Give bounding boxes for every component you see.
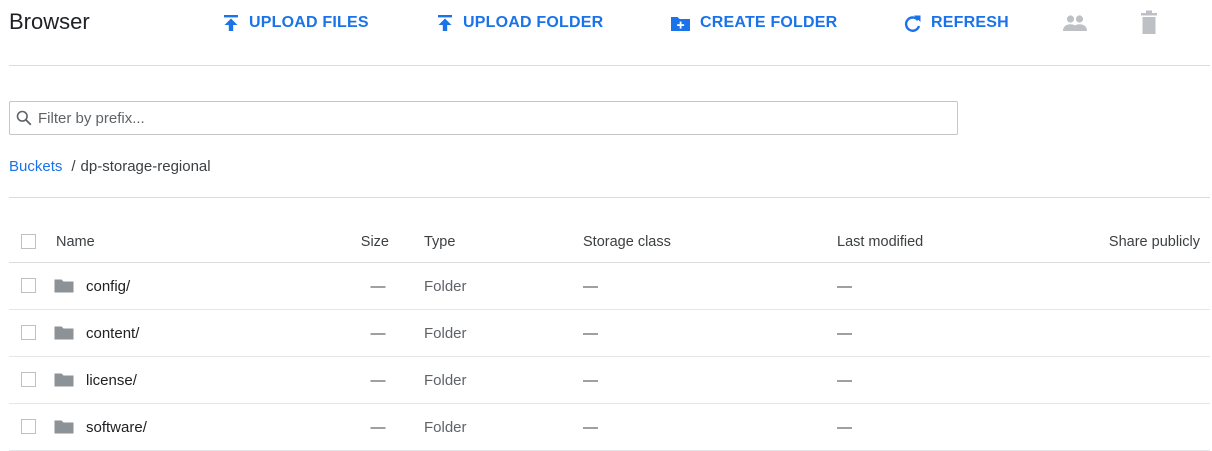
name-cell: software/: [54, 404, 147, 450]
folder-name-link[interactable]: license/: [86, 372, 137, 389]
table-row[interactable]: software/ — Folder — —: [9, 404, 1210, 451]
folder-name-link[interactable]: config/: [86, 278, 130, 295]
type-cell: Folder: [424, 371, 467, 389]
last-modified-cell: —: [837, 324, 852, 342]
breadcrumb-current: dp-storage-regional: [80, 158, 211, 175]
storage-class-cell: —: [583, 324, 598, 342]
filter-box[interactable]: [9, 101, 958, 135]
row-checkbox[interactable]: [21, 372, 36, 387]
size-cell: —: [370, 324, 386, 342]
refresh-icon: [904, 15, 921, 32]
name-cell: license/: [54, 357, 137, 403]
toolbar: Browser UPLOAD FILES UPLOAD FOLDER CREAT…: [0, 0, 1212, 46]
breadcrumb-divider: [9, 197, 1210, 198]
folder-name-link[interactable]: software/: [86, 419, 147, 436]
table-row[interactable]: config/ — Folder — —: [9, 263, 1210, 310]
folder-icon: [54, 279, 74, 293]
last-modified-cell: —: [837, 371, 852, 389]
row-checkbox[interactable]: [21, 419, 36, 434]
column-header-share-publicly: Share publicly: [1108, 234, 1200, 250]
people-icon[interactable]: [1061, 10, 1089, 36]
folder-icon: [54, 326, 74, 340]
storage-class-cell: —: [583, 371, 598, 389]
upload-files-button[interactable]: UPLOAD FILES: [222, 11, 369, 35]
upload-folder-button[interactable]: UPLOAD FOLDER: [436, 11, 603, 35]
table-row[interactable]: content/ — Folder — —: [9, 310, 1210, 357]
name-cell: config/: [54, 263, 130, 309]
filter-input[interactable]: [38, 109, 918, 127]
refresh-label: REFRESH: [931, 14, 1009, 31]
column-header-storage-class: Storage class: [583, 234, 671, 250]
breadcrumb-separator: /: [71, 158, 76, 175]
trash-icon[interactable]: [1140, 10, 1158, 36]
folder-icon: [54, 373, 74, 387]
select-all-checkbox[interactable]: [21, 234, 36, 249]
column-header-type: Type: [424, 234, 456, 250]
column-header-last-modified: Last modified: [837, 234, 924, 250]
upload-files-label: UPLOAD FILES: [249, 14, 369, 31]
folder-icon: [54, 420, 74, 434]
row-checkbox[interactable]: [21, 325, 36, 340]
storage-class-cell: —: [583, 418, 598, 436]
type-cell: Folder: [424, 277, 467, 295]
column-header-name[interactable]: Name: [56, 222, 95, 262]
upload-icon: [224, 15, 238, 31]
column-header-size: Size: [360, 234, 389, 250]
type-cell: Folder: [424, 324, 467, 342]
name-cell: content/: [54, 310, 139, 356]
create-folder-label: CREATE FOLDER: [700, 14, 838, 31]
breadcrumb-buckets-link[interactable]: Buckets: [9, 157, 62, 177]
table-header: Name Size Type Storage class Last modifi…: [9, 222, 1210, 263]
row-checkbox[interactable]: [21, 278, 36, 293]
objects-table: Name Size Type Storage class Last modifi…: [9, 222, 1210, 451]
breadcrumb: Buckets / dp-storage-regional: [9, 157, 211, 177]
storage-class-cell: —: [583, 277, 598, 295]
create-folder-button[interactable]: CREATE FOLDER: [670, 11, 837, 35]
size-cell: —: [370, 418, 386, 436]
folder-name-link[interactable]: content/: [86, 325, 139, 342]
refresh-button[interactable]: REFRESH: [903, 11, 1009, 35]
last-modified-cell: —: [837, 277, 852, 295]
type-cell: Folder: [424, 418, 467, 436]
upload-icon: [438, 15, 452, 31]
search-icon: [16, 110, 32, 126]
size-cell: —: [370, 277, 386, 295]
toolbar-divider: [9, 65, 1210, 66]
create-folder-icon: [671, 16, 690, 31]
page-title: Browser: [9, 9, 90, 34]
upload-folder-label: UPLOAD FOLDER: [463, 14, 604, 31]
last-modified-cell: —: [837, 418, 852, 436]
table-row[interactable]: license/ — Folder — —: [9, 357, 1210, 404]
size-cell: —: [370, 371, 386, 389]
